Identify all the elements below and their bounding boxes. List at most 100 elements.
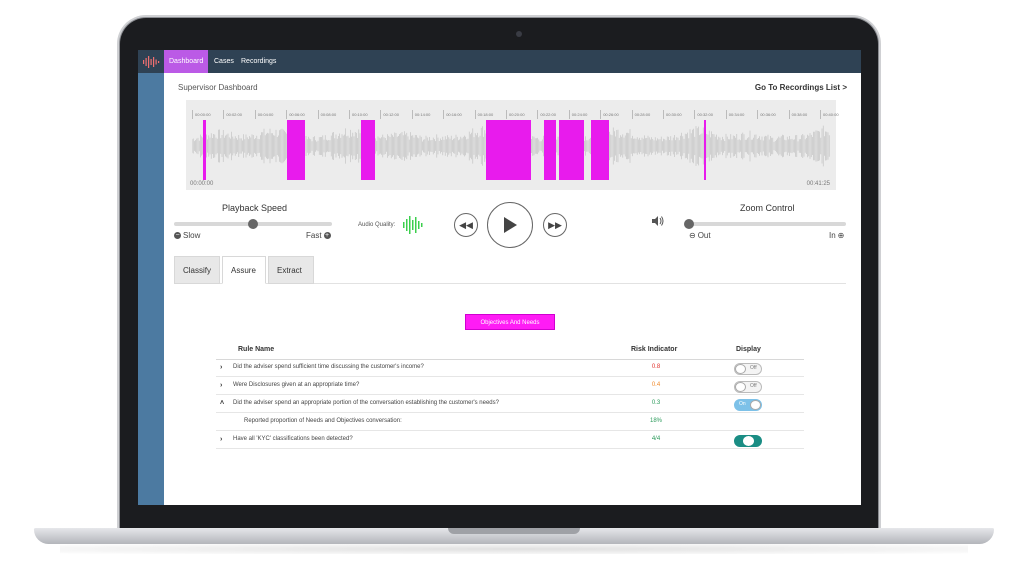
timeline-tick-label: 00:34:00 — [725, 110, 744, 119]
rule-name: Did the adviser spend an appropriate por… — [233, 400, 499, 406]
page-title: Supervisor Dashboard — [178, 83, 258, 92]
play-button[interactable] — [487, 202, 533, 248]
timeline-tick-label: 00:16:00 — [443, 110, 462, 119]
nav-tab-recordings[interactable]: Recordings — [236, 50, 281, 73]
table-row: › Were Disclosures given at an appropria… — [216, 378, 804, 395]
highlight-segment — [486, 120, 531, 180]
toggle-label: Off — [750, 365, 757, 371]
highlight-segment — [287, 120, 305, 180]
risk-value: 0.4 — [651, 382, 661, 388]
laptop-shadow — [60, 544, 968, 554]
nav-tab-cases[interactable]: Cases — [209, 50, 239, 73]
rule-name: Were Disclosures given at an appropriate… — [233, 382, 360, 388]
column-header-rule-name: Rule Name — [238, 346, 275, 353]
audio-quality-bars-icon — [403, 216, 423, 234]
app-screen: Dashboard Cases Recordings Supervisor Da… — [138, 50, 861, 505]
timeline-tick-label: 00:26:00 — [600, 110, 619, 119]
go-to-recordings-link[interactable]: Go To Recordings List > — [755, 83, 847, 92]
zoom-in-label: In ⊕ — [829, 231, 844, 240]
fast-label: Fast + — [306, 231, 331, 240]
zoom-out-label: ⊖ Out — [689, 231, 711, 240]
zoom-slider[interactable] — [686, 222, 846, 226]
highlight-segment — [704, 120, 706, 180]
timeline-tick-label: 00:28:00 — [631, 110, 650, 119]
objectives-and-needs-button[interactable]: Objectives And Needs — [465, 314, 555, 330]
timeline-ticks: 00:00:00 00:02:00 00:04:00 00:06:00 00:08:00… — [192, 110, 839, 120]
highlight-segment — [559, 120, 584, 180]
timeline-tick-label: 00:40:00 — [820, 110, 839, 119]
zoom-control-label: Zoom Control — [740, 203, 795, 213]
table-row: ˄ Did the adviser spend an appropriate p… — [216, 396, 804, 413]
risk-value: 0.8 — [651, 364, 661, 370]
timeline-tick-label: 00:10:00 — [349, 110, 368, 119]
timeline-tick-label: 00:24:00 — [568, 110, 587, 119]
top-nav-bar: Dashboard Cases Recordings — [138, 50, 861, 73]
playback-speed-knob[interactable] — [248, 219, 258, 229]
risk-value: 4/4 — [651, 436, 661, 442]
waveform-logo-icon[interactable] — [138, 50, 164, 73]
toggle-label: On — [739, 401, 746, 407]
rule-name: Have all 'KYC' classifications been dete… — [233, 436, 353, 442]
table-subrow: Reported proportion of Needs and Objecti… — [216, 414, 804, 431]
display-toggle[interactable] — [734, 435, 762, 447]
minus-circle-icon: − — [174, 232, 181, 239]
table-row: › Have all 'KYC' classifications been de… — [216, 432, 804, 449]
slow-label: − Slow — [174, 231, 200, 240]
risk-value: 0.3 — [651, 400, 661, 406]
volume-icon[interactable] — [652, 216, 664, 226]
zoom-out-icon[interactable]: ⊖ — [689, 231, 696, 240]
laptop-notch — [448, 528, 580, 534]
timeline-tick-label: 00:38:00 — [788, 110, 807, 119]
toggle-label: Off — [750, 383, 757, 389]
display-toggle[interactable]: On — [734, 399, 762, 411]
timeline-tick-label: 00:32:00 — [694, 110, 713, 119]
column-header-display: Display — [736, 346, 761, 353]
sidebar — [138, 73, 164, 505]
fast-forward-button[interactable]: ▶▶ — [543, 213, 567, 237]
highlight-segment — [544, 120, 556, 180]
nav-tab-dashboard[interactable]: Dashboard — [164, 50, 209, 73]
highlight-segment — [203, 120, 206, 180]
out-text: Out — [697, 231, 711, 240]
audio-quality-label: Audio Quality: — [358, 222, 396, 228]
expand-chevron-icon[interactable]: › — [220, 382, 222, 389]
display-toggle[interactable]: Off — [734, 381, 762, 393]
highlight-segment — [361, 120, 375, 180]
collapse-chevron-icon[interactable]: ˄ — [220, 400, 224, 407]
highlight-segment — [591, 120, 609, 180]
timeline-tick-label: 00:20:00 — [506, 110, 525, 119]
fast-text: Fast — [306, 231, 322, 240]
waveform-start-time: 00:00:00 — [190, 181, 214, 187]
timeline-tick-label: 00:08:00 — [317, 110, 336, 119]
play-icon — [504, 217, 517, 233]
timeline-tick-label: 00:36:00 — [757, 110, 776, 119]
expand-chevron-icon[interactable]: › — [220, 436, 222, 443]
zoom-in-icon[interactable]: ⊕ — [838, 231, 845, 240]
plus-circle-icon: + — [323, 232, 331, 239]
zoom-knob[interactable] — [684, 219, 694, 229]
display-toggle[interactable]: Off — [734, 363, 762, 375]
tab-extract[interactable]: Extract — [268, 256, 314, 284]
timeline-tick-label: 00:02:00 — [223, 110, 242, 119]
slow-text: Slow — [183, 231, 201, 240]
timeline-tick-label: 00:30:00 — [663, 110, 682, 119]
tab-assure[interactable]: Assure — [222, 256, 266, 284]
timeline-tick-label: 00:18:00 — [474, 110, 493, 119]
rule-detail: Reported proportion of Needs and Objecti… — [244, 418, 402, 424]
rule-name: Did the adviser spend sufficient time di… — [233, 364, 424, 370]
toggle-knob — [743, 436, 754, 446]
timeline-tick-label: 00:04:00 — [254, 110, 273, 119]
rewind-button[interactable]: ◀◀ — [454, 213, 478, 237]
risk-value: 18% — [649, 418, 662, 424]
rewind-icon: ◀◀ — [459, 219, 473, 230]
fast-forward-icon: ▶▶ — [548, 219, 562, 230]
column-header-risk-indicator: Risk Indicator — [631, 346, 678, 353]
timeline-tick-label: 00:06:00 — [286, 110, 305, 119]
tab-classify[interactable]: Classify — [174, 256, 220, 284]
timeline-tick-label: 00:22:00 — [537, 110, 556, 119]
toggle-knob — [735, 382, 746, 392]
table-row: › Did the adviser spend sufficient time … — [216, 360, 804, 377]
camera-dot — [516, 31, 522, 37]
expand-chevron-icon[interactable]: › — [220, 364, 222, 371]
waveform-panel[interactable]: 00:00:00 00:02:00 00:04:00 00:06:00 00:08:00… — [186, 100, 839, 190]
